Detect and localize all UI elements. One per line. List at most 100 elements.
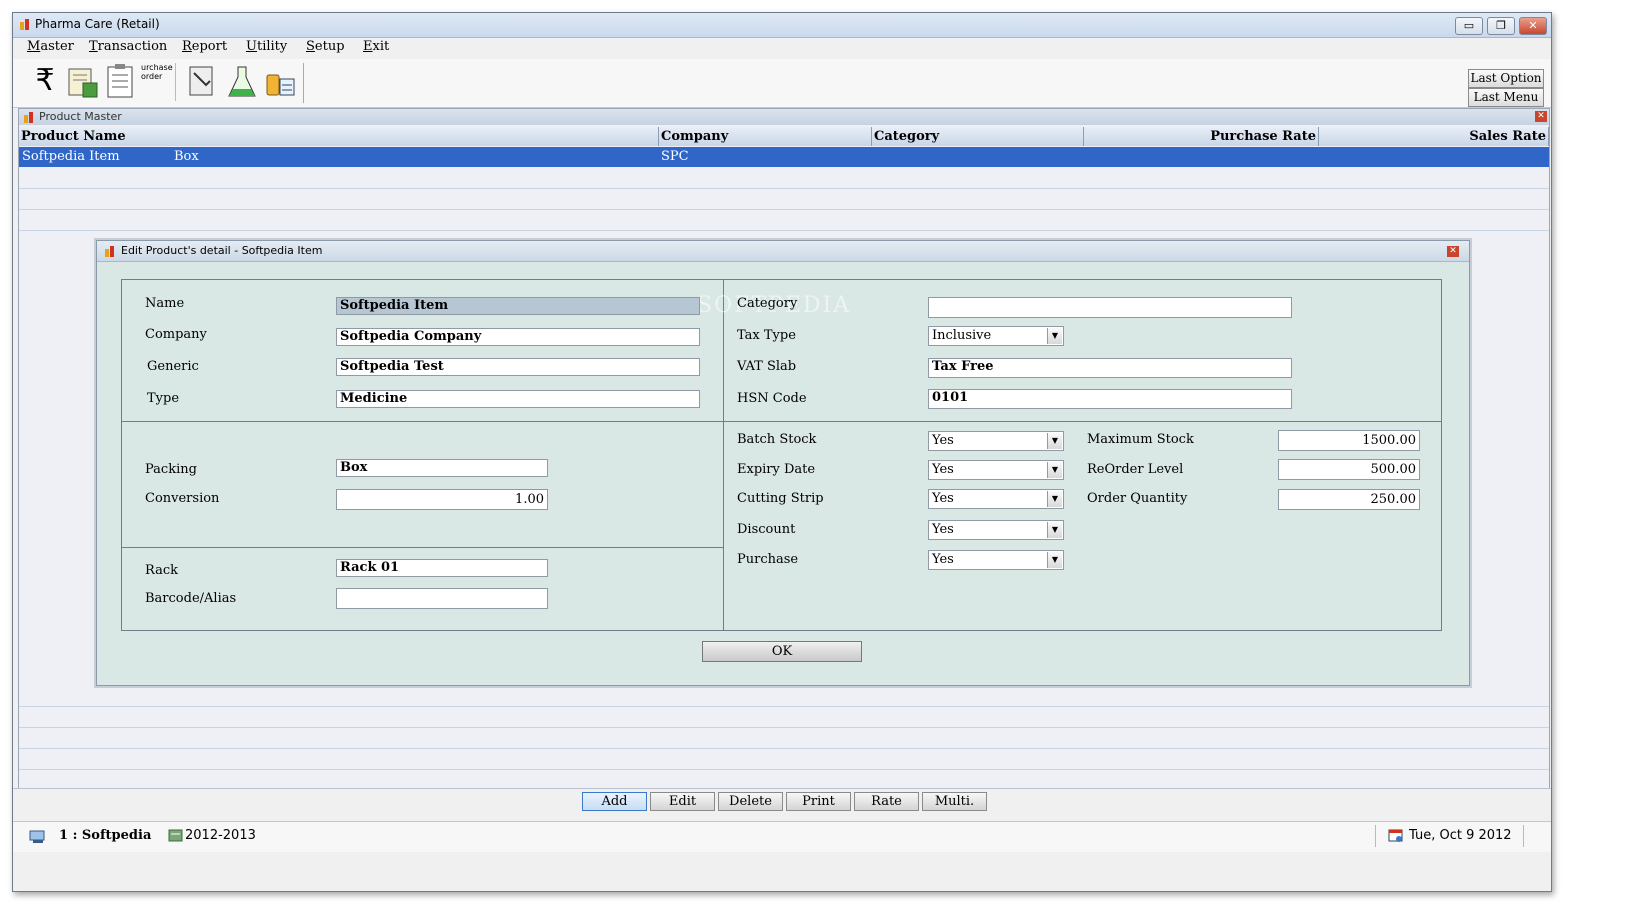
purchase-value: Yes [932, 552, 954, 567]
cutting-strip-value: Yes [932, 491, 954, 506]
order-qty-label: Order Quantity [1087, 491, 1188, 506]
tax-type-value: Inclusive [932, 328, 992, 343]
ok-button[interactable]: OK [702, 641, 862, 662]
hsn-code-field[interactable]: 0101 [928, 389, 1292, 409]
menu-setup[interactable]: Setup [306, 39, 345, 54]
last-option-button[interactable]: Last Option [1468, 69, 1544, 88]
expiry-date-select[interactable]: Yes ▼ [928, 460, 1064, 480]
app-icon [24, 112, 33, 123]
ledger-icon[interactable] [186, 63, 222, 101]
chevron-down-icon[interactable]: ▼ [1047, 462, 1062, 478]
divider [121, 547, 724, 548]
batch-stock-label: Batch Stock [737, 432, 817, 447]
tax-type-select[interactable]: Inclusive ▼ [928, 326, 1064, 346]
divider [723, 279, 724, 630]
flask-icon[interactable] [224, 63, 260, 101]
company-label: Company [145, 327, 207, 342]
grid-line [19, 230, 1549, 231]
cutting-strip-select[interactable]: Yes ▼ [928, 489, 1064, 509]
company-field[interactable]: Softpedia Company [336, 328, 700, 346]
reorder-level-field[interactable]: 500.00 [1278, 459, 1420, 480]
grid-line [19, 727, 1549, 728]
chevron-down-icon[interactable]: ▼ [1047, 522, 1062, 538]
max-stock-field[interactable]: 1500.00 [1278, 430, 1420, 451]
product-master-title: Product Master [39, 110, 122, 123]
chevron-down-icon[interactable]: ▼ [1047, 433, 1062, 449]
expiry-date-value: Yes [932, 462, 954, 477]
rack-label: Rack [145, 563, 178, 578]
calendar-year-icon [168, 829, 183, 842]
medicine-icon[interactable] [262, 63, 298, 101]
purchase-order-text: urchase order [141, 63, 173, 81]
order-qty-field[interactable]: 250.00 [1278, 489, 1420, 510]
grid-line [19, 748, 1549, 749]
tax-type-label: Tax Type [737, 328, 796, 343]
type-field[interactable]: Medicine [336, 390, 700, 408]
close-icon[interactable]: ✕ [1447, 246, 1459, 257]
menu-master[interactable]: Master [27, 39, 74, 54]
conversion-label: Conversion [145, 491, 220, 506]
category-field[interactable] [928, 297, 1292, 318]
minimize-button[interactable]: ▭ [1455, 17, 1483, 35]
packing-label: Packing [145, 462, 197, 477]
generic-label: Generic [147, 359, 199, 374]
restore-button[interactable]: ❐ [1487, 17, 1515, 35]
grid-line [19, 706, 1549, 707]
calendar-icon [1388, 829, 1403, 842]
vat-slab-field[interactable]: Tax Free [928, 358, 1292, 378]
purchase-order-icon[interactable]: urchase order [141, 63, 176, 101]
generic-field[interactable]: Softpedia Test [336, 358, 700, 376]
menu-transaction[interactable]: Transaction [89, 39, 167, 54]
column-header-category[interactable]: Category [872, 127, 1084, 146]
multi-button[interactable]: Multi. [922, 792, 987, 811]
rupee-icon[interactable]: ₹ [27, 63, 63, 101]
add-button[interactable]: Add [582, 792, 647, 811]
column-header-purchase-rate[interactable]: Purchase Rate [1084, 127, 1319, 146]
column-header-company[interactable]: Company [659, 127, 872, 146]
dialog-titlebar: Edit Product's detail - Softpedia Item ✕ [97, 241, 1469, 262]
column-header-sales-rate[interactable]: Sales Rate [1319, 127, 1549, 146]
batch-stock-select[interactable]: Yes ▼ [928, 431, 1064, 451]
toolbar-separator [303, 63, 304, 103]
barcode-field[interactable] [336, 588, 548, 609]
reorder-level-label: ReOrder Level [1087, 462, 1184, 477]
action-bar: Add Edit Delete Print Rate Multi. [13, 788, 1551, 817]
purchase-select[interactable]: Yes ▼ [928, 550, 1064, 570]
batch-stock-value: Yes [932, 433, 954, 448]
name-label: Name [145, 296, 185, 311]
delete-button[interactable]: Delete [718, 792, 783, 811]
conversion-field[interactable]: 1.00 [336, 489, 548, 510]
status-year: 2012-2013 [185, 828, 256, 843]
user-icon [29, 830, 45, 843]
rate-button[interactable]: Rate [854, 792, 919, 811]
menu-bar: Master Transaction Report Utility Setup … [13, 38, 1551, 58]
invoice-icon[interactable] [65, 63, 101, 101]
status-bar: 1 : Softpedia 2012-2013 Tue, Oct 9 2012 [13, 821, 1551, 852]
type-label: Type [147, 391, 180, 406]
grid-line [19, 188, 1549, 189]
rack-field[interactable]: Rack 01 [336, 559, 548, 577]
last-menu-button[interactable]: Last Menu [1468, 88, 1544, 107]
chevron-down-icon[interactable]: ▼ [1047, 552, 1062, 568]
grid-line [19, 769, 1549, 770]
table-row[interactable]: Softpedia Item Box SPC [19, 147, 1549, 167]
column-header-product-name[interactable]: Product Name [19, 127, 659, 146]
cell-product-name: Softpedia Item [22, 149, 120, 164]
status-separator [1523, 825, 1524, 847]
edit-button[interactable]: Edit [650, 792, 715, 811]
app-icon [105, 246, 114, 257]
discount-select[interactable]: Yes ▼ [928, 520, 1064, 540]
close-button[interactable]: ✕ [1519, 17, 1547, 35]
vat-slab-label: VAT Slab [737, 359, 797, 374]
menu-report[interactable]: Report [182, 39, 227, 54]
chevron-down-icon[interactable]: ▼ [1047, 328, 1062, 344]
menu-exit[interactable]: Exit [363, 39, 389, 54]
close-icon[interactable]: ✕ [1535, 111, 1547, 122]
menu-utility[interactable]: Utility [246, 39, 287, 54]
clipboard-icon[interactable] [103, 63, 139, 101]
print-button[interactable]: Print [786, 792, 851, 811]
chevron-down-icon[interactable]: ▼ [1047, 491, 1062, 507]
window-title: Pharma Care (Retail) [35, 17, 160, 31]
name-field[interactable]: Softpedia Item [336, 297, 700, 315]
packing-field[interactable]: Box [336, 459, 548, 477]
